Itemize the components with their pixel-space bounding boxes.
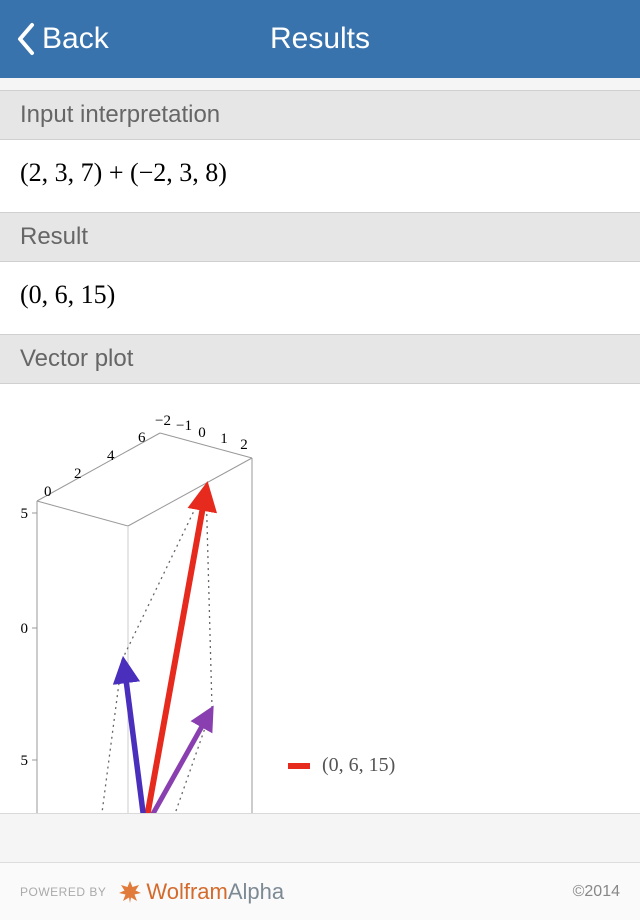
brand-alpha: Alpha	[228, 879, 284, 905]
svg-text:2: 2	[240, 437, 248, 453]
section-header-vector-plot: Vector plot	[0, 334, 640, 384]
vector-sum	[145, 490, 206, 814]
svg-text:2: 2	[74, 466, 82, 482]
svg-text:0: 0	[44, 484, 52, 500]
section-header-input: Input interpretation	[0, 90, 640, 140]
svg-text:−1: −1	[176, 418, 192, 434]
svg-text:4: 4	[107, 448, 115, 464]
vector-plot-svg: −2 −1 0 1 2 0 2 4 6 15 10 5	[20, 398, 280, 814]
svg-text:15: 15	[20, 506, 28, 522]
svg-text:−2: −2	[155, 413, 171, 429]
chevron-left-icon	[14, 21, 36, 57]
page-title: Results	[270, 22, 370, 56]
powered-by-label: POWERED BY	[20, 885, 106, 899]
input-interpretation-body: (2, 3, 7) + (−2, 3, 8)	[0, 140, 640, 212]
section-header-result: Result	[0, 212, 640, 262]
legend-swatch-icon	[288, 763, 310, 769]
result-body: (0, 6, 15)	[0, 262, 640, 334]
footer: POWERED BY WolframAlpha ©2014	[0, 862, 640, 920]
app-header: Back Results	[0, 0, 640, 78]
back-button[interactable]: Back	[14, 21, 109, 57]
brand-wolfram: Wolfram	[146, 879, 228, 905]
svg-text:6: 6	[138, 430, 146, 446]
copyright-label: ©2014	[573, 883, 620, 901]
plot-legend: (0, 6, 15)	[288, 754, 395, 777]
wolframalpha-logo[interactable]: WolframAlpha	[114, 879, 284, 905]
svg-text:1: 1	[220, 431, 228, 447]
back-label: Back	[42, 22, 109, 56]
legend-label: (0, 6, 15)	[322, 754, 395, 777]
svg-text:10: 10	[20, 621, 28, 637]
vector-v1	[124, 664, 145, 814]
vector-plot: −2 −1 0 1 2 0 2 4 6 15 10 5	[0, 384, 640, 814]
results-content: Input interpretation (2, 3, 7) + (−2, 3,…	[0, 78, 640, 814]
wolfram-spikey-icon	[118, 880, 142, 904]
svg-text:0: 0	[198, 425, 206, 441]
svg-text:5: 5	[21, 753, 29, 769]
